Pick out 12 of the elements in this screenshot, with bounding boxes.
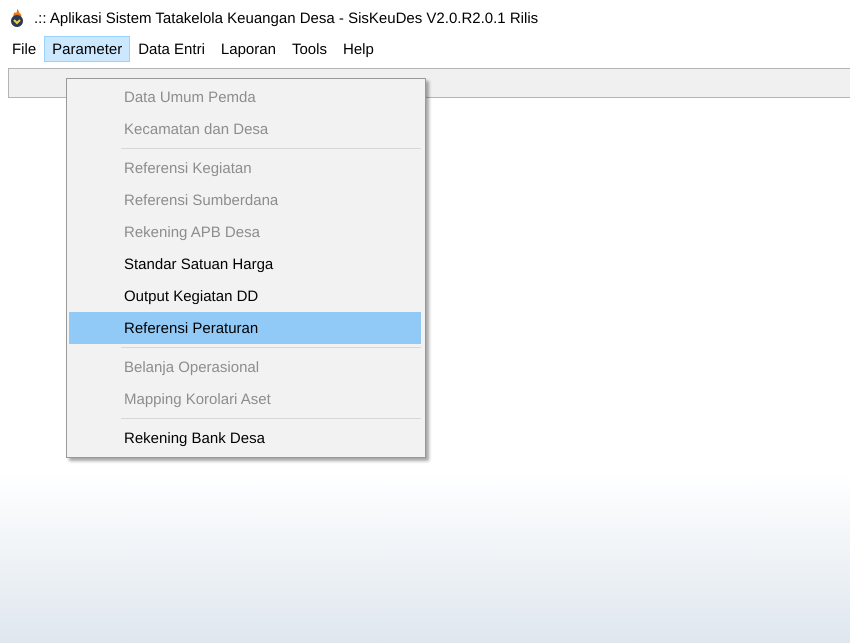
menu-item[interactable]: Laporan: [212, 36, 284, 62]
menu-option[interactable]: Standar Satuan Harga: [69, 248, 421, 280]
menu-item[interactable]: Data Entri: [130, 36, 213, 62]
menu-item[interactable]: Help: [335, 36, 382, 62]
menu-item[interactable]: Tools: [284, 36, 335, 62]
menu-item[interactable]: File: [4, 36, 44, 62]
window-title: .:: Aplikasi Sistem Tatakelola Keuangan Desa - SisKeuDes V2.0.R2.0.1 Rilis: [34, 10, 538, 26]
menu-option[interactable]: Rekening Bank Desa: [69, 422, 421, 454]
menu-item[interactable]: Parameter: [44, 36, 130, 62]
menu-option[interactable]: Referensi Peraturan: [69, 312, 421, 344]
app-logo-icon: [8, 8, 26, 28]
menu-option[interactable]: Output Kegiatan DD: [69, 280, 421, 312]
